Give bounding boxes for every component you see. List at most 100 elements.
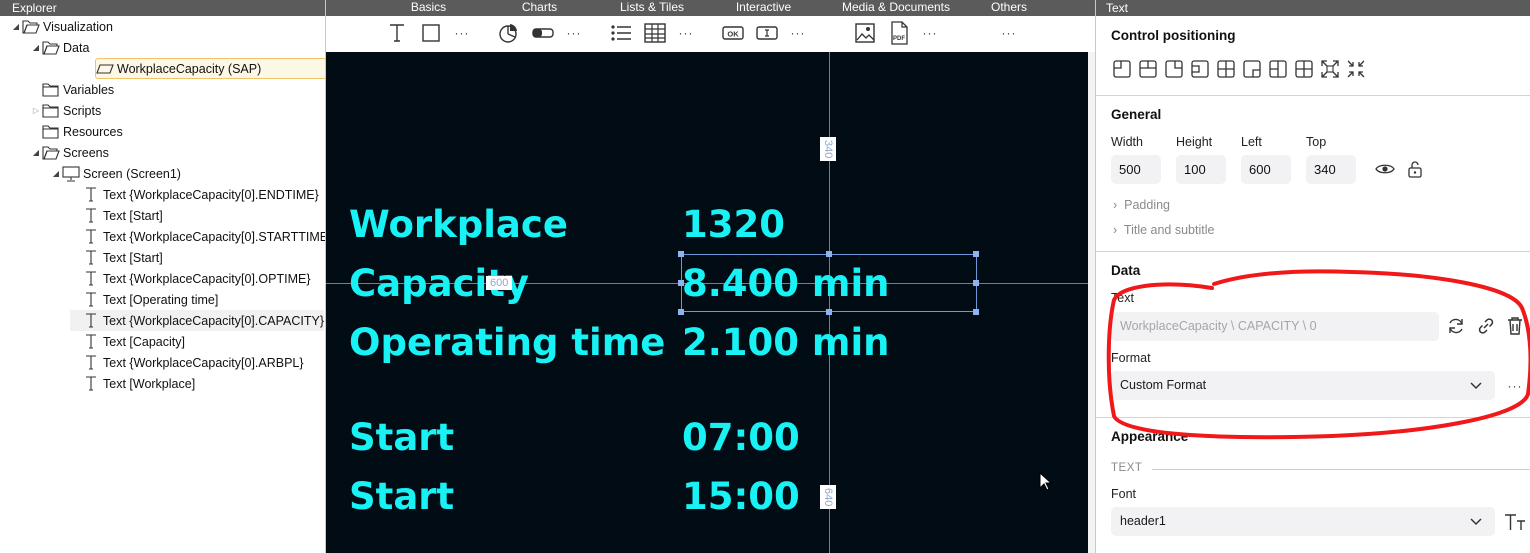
delete-icon[interactable] (1504, 315, 1526, 337)
resize-handle-top-left[interactable] (678, 251, 684, 257)
tree-item[interactable]: Text [Operating time] (70, 289, 218, 310)
tree-item-label: Text {WorkplaceCapacity[0].ARBPL} (103, 355, 304, 370)
value-workplace[interactable]: 1320 (682, 205, 785, 245)
resize-handle-top-right[interactable] (973, 251, 979, 257)
width-label: Width (1111, 135, 1143, 149)
caret-down-icon[interactable]: ◢ (10, 22, 22, 31)
caret-down-icon[interactable]: ◢ (50, 169, 62, 178)
visibility-eye-icon[interactable] (1374, 158, 1396, 180)
ok-button-tool-icon[interactable]: OK (720, 21, 746, 45)
text-icon (82, 187, 100, 203)
expand-icon[interactable] (1319, 58, 1341, 80)
category-interactive[interactable]: Interactive (726, 0, 801, 15)
label-operating-time[interactable]: Operating time (349, 323, 665, 363)
pie-chart-tool-icon[interactable] (495, 21, 521, 45)
label-workplace[interactable]: Workplace (349, 205, 568, 245)
progress-bar-tool-icon[interactable] (530, 21, 556, 45)
category-charts[interactable]: Charts (512, 0, 567, 15)
tree-item-label: Resources (63, 124, 123, 139)
value-end-time[interactable]: 15:00 (682, 477, 800, 517)
anchor-stretch-vertical-icon[interactable] (1267, 58, 1289, 80)
rectangle-tool-icon[interactable] (418, 21, 444, 45)
anchor-top-center-icon[interactable] (1137, 58, 1159, 80)
anchor-middle-left-icon[interactable] (1189, 58, 1211, 80)
distance-bottom-readout: 640 (820, 485, 836, 510)
tree-item[interactable]: Resources (30, 121, 123, 142)
distance-left-readout: 600 (486, 276, 513, 290)
text-binding-field[interactable]: WorkplaceCapacity \ CAPACITY \ 0 (1111, 312, 1439, 341)
top-input[interactable]: 340 (1306, 155, 1356, 184)
resize-handle-top[interactable] (826, 251, 832, 257)
tree-item[interactable]: Text [Start] (70, 205, 163, 226)
refresh-icon[interactable] (1445, 315, 1467, 337)
caret-down-icon[interactable]: ◢ (30, 148, 42, 157)
image-tool-icon[interactable] (852, 21, 878, 45)
anchor-top-right-icon[interactable] (1163, 58, 1185, 80)
selection-box[interactable] (681, 254, 977, 312)
resize-handle-bottom-right[interactable] (973, 309, 979, 315)
anchor-center-cross-icon[interactable] (1293, 58, 1315, 80)
height-input[interactable]: 100 (1176, 155, 1226, 184)
category-media-documents[interactable]: Media & Documents (834, 0, 958, 15)
category-basics[interactable]: Basics (401, 0, 456, 15)
caret-down-icon[interactable]: ◢ (30, 43, 42, 52)
font-size-icon[interactable] (1504, 511, 1526, 533)
width-input[interactable]: 500 (1111, 155, 1161, 184)
font-select[interactable]: header1 (1111, 507, 1495, 536)
tree-item[interactable]: WorkplaceCapacity (SAP) (95, 58, 325, 79)
interactive-more-icon[interactable]: ··· (785, 21, 811, 45)
lists-more-icon[interactable]: ··· (673, 21, 699, 45)
collapse-icon[interactable] (1345, 58, 1367, 80)
tree-item[interactable]: Text [Workplace] (70, 373, 195, 394)
category-others[interactable]: Others (983, 0, 1035, 15)
value-operating-time[interactable]: 2.100 min (682, 323, 890, 363)
tree-item[interactable]: Text {WorkplaceCapacity[0].ARBPL} (70, 352, 304, 373)
format-value: Custom Format (1120, 378, 1207, 392)
media-more-icon[interactable]: ··· (917, 21, 943, 45)
text-icon (82, 250, 100, 266)
table-tool-icon[interactable] (642, 21, 668, 45)
charts-more-icon[interactable]: ··· (561, 21, 587, 45)
category-lists-tiles[interactable]: Lists & Tiles (612, 0, 692, 15)
tree-item[interactable]: ▷ Scripts (30, 100, 101, 121)
anchor-bottom-right-icon[interactable] (1241, 58, 1263, 80)
tree-item[interactable]: Text [Start] (70, 247, 163, 268)
design-canvas[interactable]: Workplace Capacity Operating time Start … (326, 52, 1095, 553)
chevron-down-icon (1469, 507, 1483, 547)
text-section-label: TEXT (1111, 462, 1143, 474)
resize-handle-left[interactable] (678, 280, 684, 286)
format-more-icon[interactable]: ··· (1504, 375, 1526, 397)
tree-item[interactable]: Text {WorkplaceCapacity[0].CAPACITY} (70, 310, 324, 331)
tree-item[interactable]: Text {WorkplaceCapacity[0].ENDTIME} (70, 184, 319, 205)
tree-item[interactable]: ◢ Data (30, 37, 89, 58)
anchor-top-left-icon[interactable] (1111, 58, 1133, 80)
title-subtitle-section[interactable]: › Title and subtitle (1113, 223, 1214, 237)
basics-more-icon[interactable]: ··· (449, 21, 475, 45)
tree-item[interactable]: Text [Capacity] (70, 331, 185, 352)
link-icon[interactable] (1475, 315, 1497, 337)
label-start-1[interactable]: Start (349, 418, 454, 458)
tree-item[interactable]: ◢ Screen (Screen1) (50, 163, 181, 184)
unlock-icon[interactable] (1404, 158, 1426, 180)
screen-stage[interactable]: Workplace Capacity Operating time Start … (326, 52, 1088, 553)
tree-item[interactable]: ◢ Visualization (10, 16, 113, 37)
caret-right-icon[interactable]: ▷ (30, 106, 42, 115)
input-field-tool-icon[interactable] (754, 21, 780, 45)
text-tool-icon[interactable] (384, 21, 410, 45)
resize-handle-bottom-left[interactable] (678, 309, 684, 315)
others-more-icon[interactable]: ··· (996, 21, 1022, 45)
tree-item[interactable]: Variables (30, 79, 114, 100)
value-start-time[interactable]: 07:00 (682, 418, 800, 458)
left-input[interactable]: 600 (1241, 155, 1291, 184)
anchor-middle-center-icon[interactable] (1215, 58, 1237, 80)
tree-item[interactable]: Text {WorkplaceCapacity[0].OPTIME} (70, 268, 311, 289)
list-tool-icon[interactable] (608, 21, 634, 45)
resize-handle-bottom[interactable] (826, 309, 832, 315)
tree-item[interactable]: Text {WorkplaceCapacity[0].STARTTIME} (70, 226, 325, 247)
tree-item[interactable]: ◢ Screens (30, 142, 109, 163)
pdf-tool-icon[interactable]: PDF (886, 21, 912, 45)
padding-section[interactable]: › Padding (1113, 198, 1170, 212)
label-start-2[interactable]: Start (349, 477, 454, 517)
format-select[interactable]: Custom Format (1111, 371, 1495, 400)
resize-handle-right[interactable] (973, 280, 979, 286)
